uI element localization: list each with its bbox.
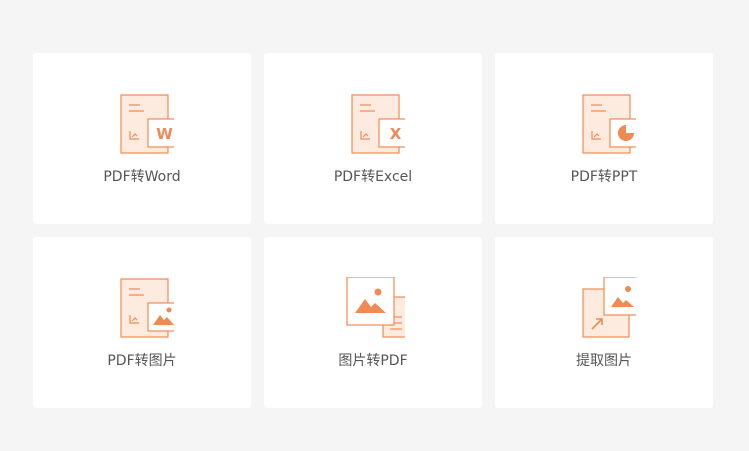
tool-label: 提取图片 bbox=[576, 353, 632, 369]
extract-image-icon bbox=[572, 277, 636, 341]
image-to-pdf-icon bbox=[341, 277, 405, 341]
tool-label: PDF转图片 bbox=[107, 353, 177, 369]
tool-card-pdf-to-image[interactable]: PDF转图片 bbox=[33, 237, 251, 408]
pdf-to-image-icon bbox=[110, 277, 174, 341]
tool-label: PDF转Excel bbox=[333, 169, 413, 185]
tool-grid: W PDF转Word X PDF转Excel PDF转PPT PDF转图片 图片… bbox=[33, 53, 713, 408]
pdf-to-excel-icon: X bbox=[341, 93, 405, 157]
svg-text:X: X bbox=[390, 125, 402, 143]
tool-label: 图片转PDF bbox=[338, 353, 408, 369]
pdf-to-ppt-icon bbox=[572, 93, 636, 157]
tool-card-extract-image[interactable]: 提取图片 bbox=[495, 237, 713, 408]
svg-text:W: W bbox=[156, 125, 173, 143]
tool-card-image-to-pdf[interactable]: 图片转PDF bbox=[264, 237, 482, 408]
tool-label: PDF转PPT bbox=[570, 169, 638, 185]
tool-label: PDF转Word bbox=[103, 169, 181, 185]
tool-card-pdf-to-excel[interactable]: X PDF转Excel bbox=[264, 53, 482, 224]
tool-card-pdf-to-ppt[interactable]: PDF转PPT bbox=[495, 53, 713, 224]
tool-card-pdf-to-word[interactable]: W PDF转Word bbox=[33, 53, 251, 224]
pdf-to-word-icon: W bbox=[110, 93, 174, 157]
